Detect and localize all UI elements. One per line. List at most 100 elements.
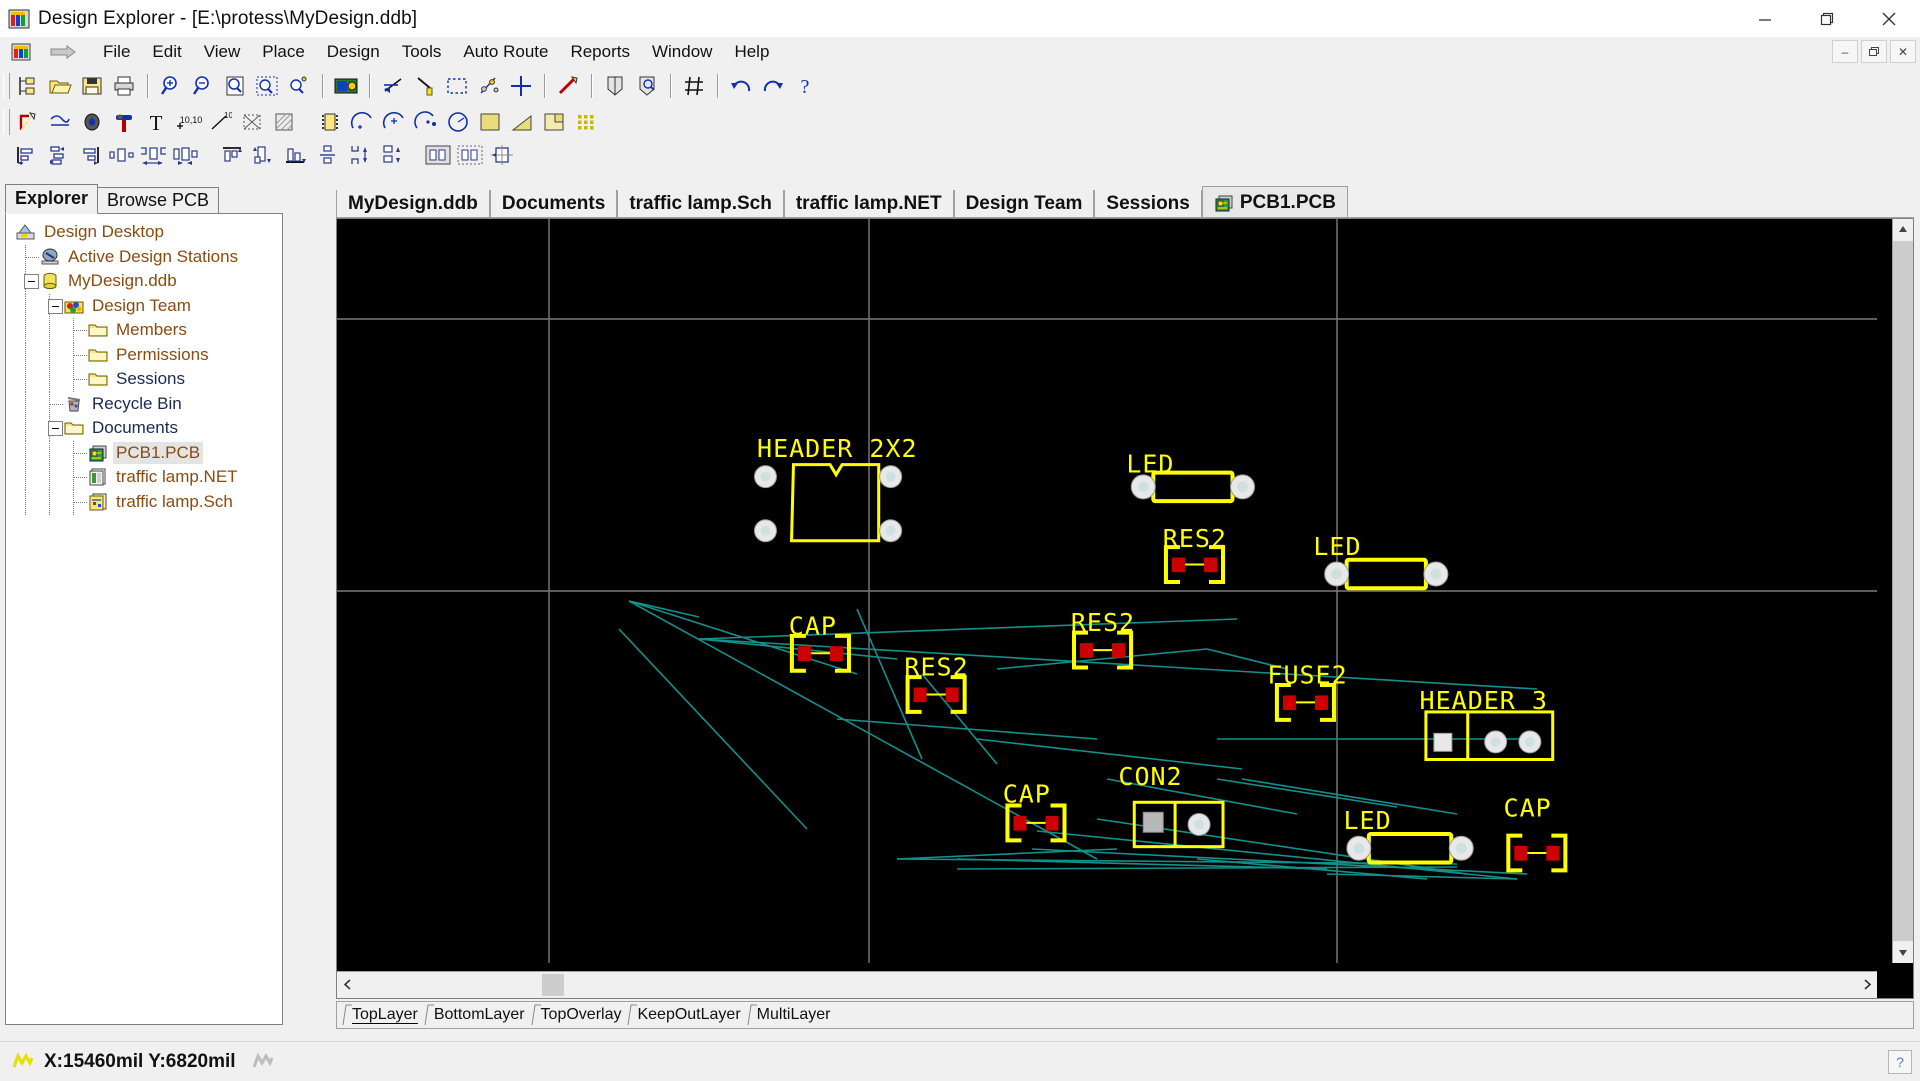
place-arc-edge-icon[interactable] — [379, 108, 409, 136]
place-keepout-icon[interactable] — [237, 108, 267, 136]
tree-item-mydesign-ddb[interactable]: MyDesign.ddb — [12, 269, 282, 294]
place-copper-pour-icon[interactable] — [539, 108, 569, 136]
highlight-mask-icon[interactable] — [632, 72, 662, 100]
print-icon[interactable] — [109, 72, 139, 100]
tree-item-permissions[interactable]: Permissions — [12, 342, 282, 368]
align-right-icon[interactable] — [75, 141, 105, 169]
mask-icon[interactable] — [600, 72, 630, 100]
scroll-up-button[interactable] — [1893, 219, 1913, 239]
tree-item-members[interactable]: Members — [12, 318, 282, 343]
panel-tab-explorer[interactable]: Explorer — [5, 184, 99, 214]
layer-tab-multilayer[interactable]: MultiLayer — [747, 1004, 837, 1026]
help-resize-icon[interactable]: ? — [1888, 1050, 1912, 1074]
tree-item-pcb1-pcb[interactable]: PCB1.PCB — [12, 440, 282, 466]
panel-tab-browse-pcb[interactable]: Browse PCB — [97, 187, 220, 214]
doc-tab-traffic-lamp-sch[interactable]: traffic lamp.Sch — [617, 190, 784, 218]
tree-expander-collapse[interactable] — [48, 298, 63, 314]
canvas-vertical-scrollbar[interactable] — [1892, 219, 1913, 963]
menu-item-file[interactable]: File — [92, 40, 141, 64]
menu-item-place[interactable]: Place — [251, 40, 316, 64]
pcb-canvas[interactable]: HEADER 2X2 LED RES2 LED CAP RES2 RES2 FUSE2 HEAD… — [337, 219, 1877, 963]
tree-item-sessions[interactable]: Sessions — [12, 367, 282, 392]
space-equal-v-icon[interactable] — [313, 141, 343, 169]
tree-expander-collapse[interactable] — [48, 421, 63, 436]
pcb-component[interactable]: LED — [1343, 806, 1474, 865]
pcb-component[interactable]: HEADER 3 — [1420, 686, 1555, 761]
mdi-restore-button[interactable] — [1861, 40, 1887, 63]
place-string-icon[interactable]: T — [141, 108, 171, 136]
layer-tab-keepoutlayer[interactable]: KeepOutLayer — [627, 1004, 746, 1026]
move-to-grid-icon[interactable] — [487, 141, 517, 169]
pcb-component[interactable]: LED — [1126, 450, 1256, 504]
layer-tab-toplayer[interactable]: TopLayer — [342, 1004, 424, 1026]
doc-tab-documents[interactable]: Documents — [489, 190, 618, 218]
layer-tab-topoverlay[interactable]: TopOverlay — [531, 1004, 628, 1026]
space-equal-h-icon[interactable] — [107, 141, 137, 169]
arrange-in-rect-icon[interactable] — [455, 141, 485, 169]
doc-tab-sessions[interactable]: Sessions — [1094, 190, 1202, 218]
undo-clear-icon[interactable] — [553, 72, 583, 100]
space-increase-v-icon[interactable] — [345, 141, 375, 169]
scroll-down-button[interactable] — [1893, 943, 1913, 963]
move-selection-icon[interactable] — [474, 72, 504, 100]
place-track-icon[interactable] — [13, 108, 43, 136]
move-component-icon[interactable] — [506, 72, 536, 100]
doc-tab-design-team[interactable]: Design Team — [953, 190, 1095, 218]
tree-item-recycle-bin[interactable]: Recycle Bin — [12, 391, 282, 417]
doc-tab-pcb1-pcb[interactable]: PCB1.PCB — [1201, 186, 1348, 218]
place-via-icon[interactable] — [109, 108, 139, 136]
place-arc-icon[interactable] — [45, 108, 75, 136]
arrange-in-room-icon[interactable] — [423, 141, 453, 169]
canvas-horizontal-scrollbar[interactable] — [337, 971, 1877, 998]
mdi-minimize-button[interactable]: – — [1832, 40, 1858, 63]
doc-tab-mydesign-ddb[interactable]: MyDesign.ddb — [336, 190, 490, 218]
menu-item-window[interactable]: Window — [641, 40, 723, 64]
zoom-out-icon[interactable] — [188, 72, 218, 100]
undo-icon[interactable] — [726, 72, 756, 100]
mdi-close-button[interactable]: ✕ — [1890, 40, 1916, 63]
pcb-component[interactable]: RES2 — [904, 652, 968, 714]
space-increase-h-icon[interactable] — [139, 141, 169, 169]
place-component-icon[interactable] — [315, 108, 345, 136]
menu-item-tools[interactable]: Tools — [391, 40, 453, 64]
horizontal-scroll-thumb[interactable] — [542, 974, 564, 996]
zoom-in-icon[interactable] — [156, 72, 186, 100]
pcb-component[interactable]: CAP — [1003, 779, 1067, 843]
toolbar-grip[interactable] — [3, 73, 10, 99]
place-fill-icon[interactable] — [269, 108, 299, 136]
menu-item-view[interactable]: View — [193, 40, 252, 64]
zoom-selected-icon[interactable] — [284, 72, 314, 100]
place-split-plane-icon[interactable] — [507, 108, 537, 136]
close-button[interactable] — [1858, 0, 1920, 37]
menu-item-edit[interactable]: Edit — [141, 40, 192, 64]
save-icon[interactable] — [77, 72, 107, 100]
scroll-right-button[interactable] — [1857, 975, 1875, 993]
maximize-restore-button[interactable] — [1796, 0, 1858, 37]
layer-tab-bottomlayer[interactable]: BottomLayer — [424, 1004, 531, 1026]
tree-item-traffic-lamp-net[interactable]: traffic lamp.NET — [12, 465, 282, 490]
place-array-icon[interactable] — [571, 108, 601, 136]
zoom-document-icon[interactable] — [220, 72, 250, 100]
cut-icon[interactable] — [378, 72, 408, 100]
place-arc-center-icon[interactable] — [347, 108, 377, 136]
tree-item-traffic-lamp-sch[interactable]: traffic lamp.Sch — [12, 489, 282, 515]
pcb-component[interactable]: LED — [1313, 532, 1449, 591]
place-dimension-icon[interactable]: 10 — [205, 108, 235, 136]
minimize-button[interactable] — [1734, 0, 1796, 37]
space-decrease-h-icon[interactable] — [171, 141, 201, 169]
tree-item-active-design-stations[interactable]: Active Design Stations — [12, 244, 282, 270]
align-top-icon[interactable] — [217, 141, 247, 169]
view-board-icon[interactable] — [331, 72, 361, 100]
toolbar-grip-2[interactable] — [3, 108, 10, 135]
pcb-component[interactable]: CON2 — [1118, 762, 1225, 849]
place-full-circle-icon[interactable] — [443, 108, 473, 136]
pcb-component[interactable]: HEADER 2X2 — [753, 434, 917, 543]
redo-icon[interactable] — [758, 72, 788, 100]
align-left-icon[interactable] — [11, 141, 41, 169]
menu-item-reports[interactable]: Reports — [559, 40, 641, 64]
pcb-component[interactable]: CAP — [1504, 794, 1568, 873]
align-bottom-icon[interactable] — [281, 141, 311, 169]
pcb-component[interactable]: FUSE2 — [1267, 660, 1347, 722]
dropdown-arrow-button[interactable] — [46, 41, 80, 63]
align-hcenter-icon[interactable] — [43, 141, 73, 169]
